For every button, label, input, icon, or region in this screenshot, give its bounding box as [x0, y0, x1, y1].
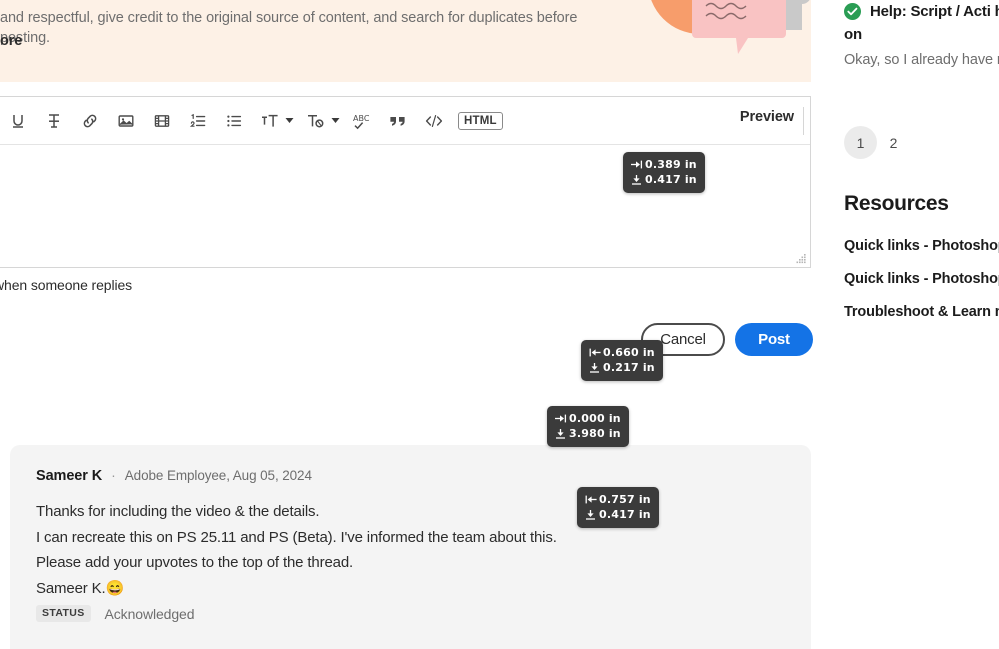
meta-separator: · [111, 467, 116, 483]
sidebar-thread-title[interactable]: Help: Script / Acti horizontally center … [844, 0, 999, 46]
reply-line: I can recreate this on PS 25.11 and PS (… [36, 528, 557, 546]
measure-v-value: 0.217 in [603, 361, 655, 374]
measure-h-value: 0.000 in [569, 412, 621, 425]
reply-line: Please add your upvotes to the top of th… [36, 554, 354, 572]
sidebar-pagination: 1 2 [844, 126, 910, 159]
offset-left-icon [589, 348, 603, 357]
spellcheck-icon[interactable]: ABC [344, 104, 380, 138]
status-badge: STATUS [36, 605, 91, 622]
measure-h-value: 0.389 in [645, 158, 697, 171]
underline-icon[interactable] [0, 104, 36, 138]
reply-author[interactable]: Sameer K [36, 468, 102, 484]
measure-tooltip-3: 0.000 in 3.980 in [547, 406, 629, 447]
resource-link-3[interactable]: Troubleshoot & Learn ne [844, 304, 999, 320]
measure-row-vertical: 3.980 in [555, 426, 621, 441]
reply-meta-text: Adobe Employee, Aug 05, 2024 [124, 468, 312, 483]
numbered-list-icon[interactable] [180, 104, 216, 138]
measure-v-value: 3.980 in [569, 427, 621, 440]
blockquote-icon[interactable] [380, 104, 416, 138]
offset-right-icon [631, 160, 645, 169]
banner-text: and respectful, give credit to the origi… [0, 10, 578, 46]
measure-row-horizontal: 0.000 in [555, 411, 621, 426]
email-notify-label: when someone replies [0, 277, 133, 293]
community-illustration [640, 0, 810, 82]
font-size-chevron-down-icon[interactable] [282, 117, 296, 124]
pagination-page-1[interactable]: 1 [844, 126, 877, 159]
measure-row-horizontal: 0.757 in [585, 492, 651, 507]
html-button[interactable]: HTML [458, 104, 503, 138]
html-button-label: HTML [458, 111, 503, 130]
measure-v-value: 0.417 in [599, 508, 651, 521]
reply-signature-text: Sameer K. [36, 579, 106, 597]
resource-link-1[interactable]: Quick links - Photoshop [844, 238, 999, 254]
image-icon[interactable] [108, 104, 144, 138]
toolbar-divider [803, 107, 804, 135]
measure-tooltip-2: 0.660 in 0.217 in [581, 340, 663, 381]
strikethrough-icon[interactable] [36, 104, 72, 138]
resources-heading: Resources [844, 192, 949, 215]
reply-meta: Sameer K · Adobe Employee, Aug 05, 2024 [36, 467, 312, 484]
resource-link-2[interactable]: Quick links - Photoshop [844, 271, 999, 287]
pinned-reply-card: Sameer K · Adobe Employee, Aug 05, 2024 … [10, 445, 811, 649]
link-icon[interactable] [72, 104, 108, 138]
bulleted-list-icon[interactable] [216, 104, 252, 138]
measure-tooltip-4: 0.757 in 0.417 in [577, 487, 659, 528]
community-guidelines-banner: and respectful, give credit to the origi… [0, 0, 811, 82]
measure-v-value: 0.417 in [645, 173, 697, 186]
pinned-reply-toggle[interactable]: ned Reply [0, 388, 123, 412]
resize-handle[interactable] [795, 252, 807, 264]
status-row: STATUS Acknowledged [36, 605, 195, 622]
text-color-chevron-down-icon[interactable] [328, 117, 342, 124]
status-value: Acknowledged [104, 605, 195, 622]
measure-row-vertical: 0.417 in [631, 172, 697, 187]
sidebar-thread-snippet: Okay, so I already have now I need to du… [844, 52, 999, 68]
offset-down-icon [555, 428, 569, 439]
post-button[interactable]: Post [735, 323, 813, 356]
pagination-page-2[interactable]: 2 [877, 126, 910, 159]
email-notify-row[interactable]: when someone replies [0, 277, 360, 297]
screen-root: and respectful, give credit to the origi… [0, 0, 999, 649]
offset-right-icon [555, 414, 569, 423]
smile-emoji-icon: 😄 [105, 579, 125, 597]
banner-readmore-link[interactable]: ore [0, 33, 22, 49]
measure-tooltip-1: 0.389 in 0.417 in [623, 152, 705, 193]
code-icon[interactable] [416, 104, 452, 138]
offset-left-icon [585, 495, 599, 504]
measure-row-vertical: 0.217 in [589, 360, 655, 375]
measure-h-value: 0.757 in [599, 493, 651, 506]
video-icon[interactable] [144, 104, 180, 138]
main-content-column: and respectful, give credit to the origi… [0, 0, 813, 649]
measure-row-vertical: 0.417 in [585, 507, 651, 522]
offset-down-icon [631, 174, 645, 185]
preview-button[interactable]: Preview [740, 109, 794, 125]
offset-down-icon [585, 509, 599, 520]
editor-toolbar: ABC HTML Preview [0, 97, 810, 145]
right-sidebar: Help: Script / Acti horizontally center … [832, 0, 999, 649]
measure-h-value: 0.660 in [603, 346, 655, 359]
svg-text:ABC: ABC [353, 114, 370, 123]
offset-down-icon [589, 362, 603, 373]
measure-row-horizontal: 0.660 in [589, 345, 655, 360]
reply-line-signature: Sameer K.😄 [36, 576, 676, 602]
measure-row-horizontal: 0.389 in [631, 157, 697, 172]
